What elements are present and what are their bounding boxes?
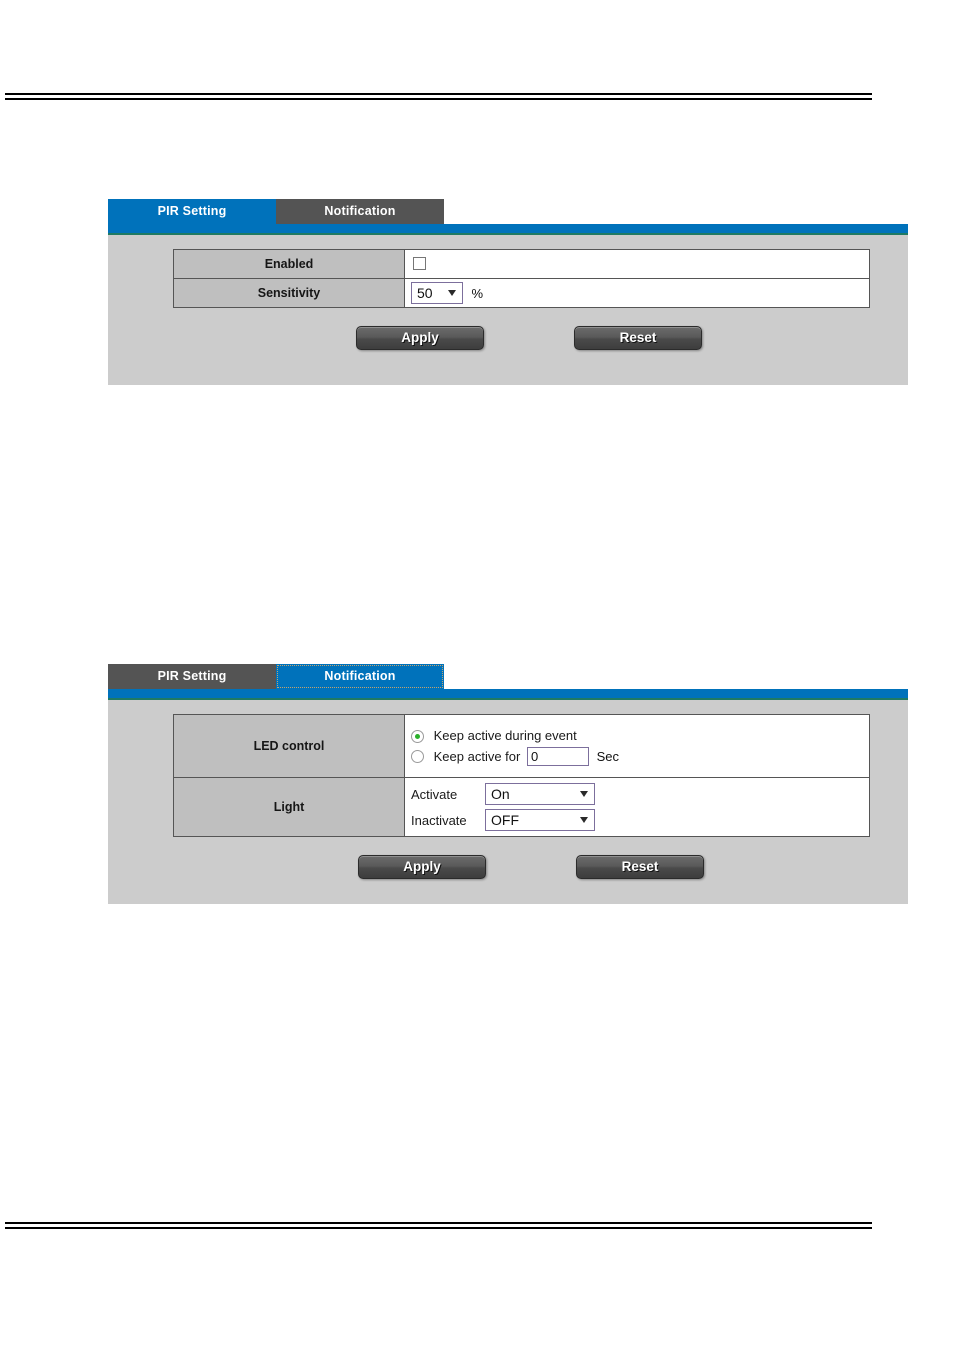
- light-activate-select-value: On: [491, 786, 510, 802]
- table-row-light: Light Activate On Inactivate OFF: [173, 777, 870, 837]
- enabled-checkbox[interactable]: [413, 256, 426, 270]
- notification-panel: PIR Setting Notification LED control Kee…: [108, 664, 908, 904]
- label-enabled: Enabled: [173, 249, 405, 279]
- pir-setting-table: Enabled Sensitivity 50 %: [173, 249, 870, 308]
- tab-notification-label: Notification: [324, 204, 396, 218]
- table-row-sensitivity: Sensitivity 50 %: [173, 278, 870, 308]
- tab-pir-setting-label: PIR Setting: [157, 204, 227, 218]
- chevron-down-icon: [448, 290, 457, 296]
- label-sensitivity: Sensitivity: [173, 278, 405, 308]
- keep-active-duration-unit: Sec: [596, 748, 619, 764]
- light-inactivate-select[interactable]: OFF: [485, 809, 595, 831]
- tab-notification[interactable]: Notification: [276, 199, 444, 224]
- light-activate-row: Activate On: [411, 781, 863, 807]
- radio-keep-active-during-event[interactable]: [411, 729, 424, 743]
- value-led-control: Keep active during event Keep active for…: [404, 714, 870, 778]
- value-enabled: [404, 249, 870, 279]
- value-sensitivity: 50 %: [404, 278, 870, 308]
- label-light: Light: [173, 777, 405, 837]
- light-activate-label: Activate: [411, 786, 458, 802]
- pir-setting-body: Enabled Sensitivity 50 % Apply Reset: [108, 235, 908, 364]
- light-inactivate-label: Inactivate: [411, 812, 467, 828]
- keep-active-duration-input[interactable]: 0: [526, 747, 589, 767]
- tab-notification-2[interactable]: Notification: [276, 664, 444, 689]
- tab-notification-2-label: Notification: [324, 669, 396, 683]
- pir-setting-button-row: Apply Reset: [108, 320, 908, 364]
- radio-keep-active-for-label: Keep active for: [433, 748, 521, 764]
- apply-button[interactable]: Apply: [356, 326, 484, 350]
- apply-button-2[interactable]: Apply: [358, 855, 486, 879]
- notification-button-row: Apply Reset: [108, 849, 908, 893]
- table-row-enabled: Enabled: [173, 249, 870, 279]
- tab-pir-setting-2-label: PIR Setting: [157, 669, 227, 683]
- sensitivity-select[interactable]: 50: [411, 282, 463, 304]
- label-led-control: LED control: [173, 714, 405, 778]
- tabbar-underline-panel2: [108, 689, 908, 700]
- footer-rule: [5, 1222, 872, 1229]
- pir-setting-panel: PIR Setting Notification Enabled Sensiti…: [108, 199, 908, 385]
- tabbar-underline-panel1: [108, 224, 908, 235]
- tab-pir-setting[interactable]: PIR Setting: [108, 199, 276, 224]
- light-inactivate-row: Inactivate OFF: [411, 807, 863, 833]
- reset-button[interactable]: Reset: [574, 326, 702, 350]
- led-option-keep-active-for[interactable]: Keep active for 0 Sec: [411, 746, 863, 767]
- sensitivity-select-value: 50: [417, 285, 433, 301]
- notification-body: LED control Keep active during event Kee…: [108, 700, 908, 893]
- radio-keep-active-during-event-label: Keep active during event: [433, 728, 577, 743]
- chevron-down-icon: [580, 791, 589, 797]
- light-activate-select[interactable]: On: [485, 783, 595, 805]
- value-light: Activate On Inactivate OFF: [404, 777, 870, 837]
- tabstrip-panel2: PIR Setting Notification: [108, 664, 908, 689]
- radio-keep-active-for[interactable]: [411, 750, 424, 764]
- tab-pir-setting-2[interactable]: PIR Setting: [108, 664, 276, 689]
- tabstrip-panel1: PIR Setting Notification: [108, 199, 908, 224]
- table-row-led-control: LED control Keep active during event Kee…: [173, 714, 870, 778]
- light-inactivate-select-value: OFF: [491, 812, 519, 828]
- header-rule: [5, 93, 872, 100]
- reset-button-2[interactable]: Reset: [576, 855, 704, 879]
- sensitivity-unit: %: [471, 285, 484, 301]
- led-option-during-event[interactable]: Keep active during event: [411, 725, 863, 746]
- notification-table: LED control Keep active during event Kee…: [173, 714, 870, 837]
- chevron-down-icon: [580, 817, 589, 823]
